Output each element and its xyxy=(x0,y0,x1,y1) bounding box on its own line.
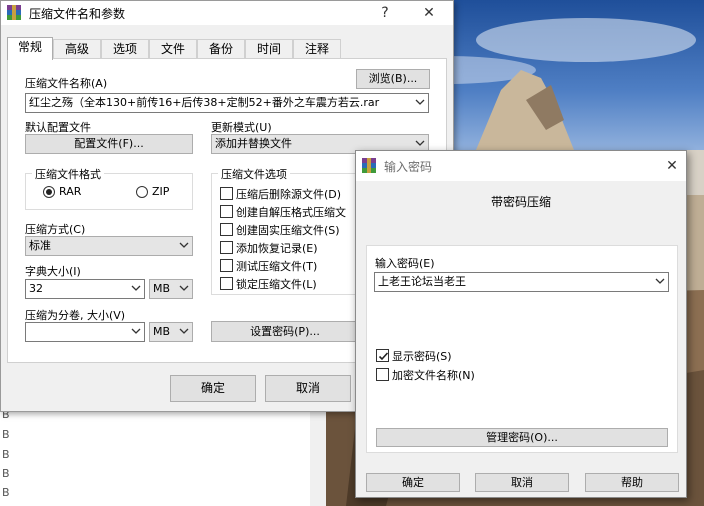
option-label: 锁定压缩文件(L) xyxy=(236,278,317,291)
set-password-button[interactable]: 设置密码(P)... xyxy=(211,321,359,342)
ok-button[interactable]: 确定 xyxy=(170,375,256,402)
show-password-checkbox[interactable] xyxy=(376,349,389,362)
option-delete-after-checkbox[interactable] xyxy=(220,187,233,200)
dictionary-size-select[interactable]: 32 xyxy=(25,279,145,299)
format-zip-radio[interactable] xyxy=(136,186,148,198)
password-title-bar: 输入密码 ✕ xyxy=(356,151,686,181)
password-help-button[interactable]: 帮助 xyxy=(585,473,679,492)
list-item: B xyxy=(2,486,10,499)
password-input[interactable]: 上老王论坛当老王 xyxy=(374,272,669,292)
title-bar: 压缩文件名和参数 ? ✕ xyxy=(1,1,453,25)
cancel-button[interactable]: 取消 xyxy=(265,375,351,402)
default-profile-label: 默认配置文件 xyxy=(25,121,91,134)
dictionary-size-label: 字典大小(I) xyxy=(25,265,81,278)
tab-backup[interactable]: 备份 xyxy=(197,39,245,59)
password-dialog: 输入密码 ✕ 带密码压缩 输入密码(E) 上老王论坛当老王 显示密码(S) 加密… xyxy=(355,150,687,498)
chevron-down-icon xyxy=(131,328,141,334)
chevron-down-icon xyxy=(179,328,189,334)
update-mode-label: 更新模式(U) xyxy=(211,121,272,134)
show-password-label: 显示密码(S) xyxy=(392,350,452,363)
compression-method-value: 标准 xyxy=(29,239,51,252)
encrypt-filenames-checkbox[interactable] xyxy=(376,368,389,381)
archive-name-value: 红尘之殇（全本130+前传16+后传38+定制52+番外之车震方若云.rar xyxy=(29,96,380,109)
tab-options[interactable]: 选项 xyxy=(101,39,149,59)
tab-advanced[interactable]: 高级 xyxy=(53,39,101,59)
split-volumes-input[interactable] xyxy=(25,322,145,342)
compression-method-select[interactable]: 标准 xyxy=(25,236,193,256)
archive-options-title: 压缩文件选项 xyxy=(218,166,290,182)
password-heading: 带密码压缩 xyxy=(490,195,551,209)
scrollbar[interactable] xyxy=(310,400,326,506)
chevron-down-icon xyxy=(655,278,665,284)
split-unit-select[interactable]: MB xyxy=(149,322,193,342)
dialog-title: 压缩文件名和参数 xyxy=(29,7,126,21)
archive-format-group: 压缩文件格式 RAR ZIP xyxy=(25,166,193,210)
background-file-list: B B B B B B xyxy=(0,400,326,506)
archive-format-title: 压缩文件格式 xyxy=(32,166,104,182)
close-icon[interactable]: ✕ xyxy=(662,156,682,176)
browse-button[interactable]: 浏览(B)... xyxy=(356,69,430,89)
option-label: 压缩后删除源文件(D) xyxy=(236,188,342,201)
manage-passwords-button[interactable]: 管理密码(O)... xyxy=(376,428,668,447)
format-rar-label: RAR xyxy=(59,185,82,198)
format-rar-radio[interactable] xyxy=(43,186,55,198)
option-label: 添加恢复记录(E) xyxy=(236,242,318,255)
tab-comment[interactable]: 注释 xyxy=(293,39,341,59)
option-label: 测试压缩文件(T) xyxy=(236,260,318,273)
option-label: 创建固实压缩文件(S) xyxy=(236,224,340,237)
format-zip-label: ZIP xyxy=(152,185,170,198)
option-solid-checkbox[interactable] xyxy=(220,223,233,236)
split-volumes-label: 压缩为分卷, 大小(V) xyxy=(25,309,126,322)
archive-name-label: 压缩文件名称(A) xyxy=(25,77,108,90)
password-cancel-button[interactable]: 取消 xyxy=(475,473,569,492)
dictionary-unit-select[interactable]: MB xyxy=(149,279,193,299)
dictionary-unit-value: MB xyxy=(153,282,171,295)
tab-general[interactable]: 常规 xyxy=(7,37,53,60)
enter-password-label: 输入密码(E) xyxy=(375,257,435,270)
chevron-down-icon xyxy=(415,99,425,105)
profiles-button[interactable]: 配置文件(F)... xyxy=(25,134,193,154)
option-lock-checkbox[interactable] xyxy=(220,277,233,290)
update-mode-value: 添加并替换文件 xyxy=(215,137,292,150)
chevron-down-icon xyxy=(179,242,189,248)
encrypt-filenames-label: 加密文件名称(N) xyxy=(392,369,475,382)
dictionary-size-value: 32 xyxy=(29,282,43,295)
password-dialog-title: 输入密码 xyxy=(384,160,433,174)
chevron-down-icon xyxy=(415,140,425,146)
option-recovery-record-checkbox[interactable] xyxy=(220,241,233,254)
option-label: 创建自解压格式压缩文 xyxy=(236,206,346,219)
checkmark-icon xyxy=(378,352,389,361)
help-icon[interactable]: ? xyxy=(375,3,395,23)
option-sfx-checkbox[interactable] xyxy=(220,205,233,218)
password-panel: 输入密码(E) 上老王论坛当老王 显示密码(S) 加密文件名称(N) 管理密码(… xyxy=(366,245,678,453)
winrar-icon xyxy=(362,158,376,173)
close-icon[interactable]: ✕ xyxy=(419,3,439,23)
compression-method-label: 压缩方式(C) xyxy=(25,223,86,236)
archive-name-field[interactable]: 红尘之殇（全本130+前传16+后传38+定制52+番外之车震方若云.rar xyxy=(25,93,429,113)
password-ok-button[interactable]: 确定 xyxy=(366,473,460,492)
tab-files[interactable]: 文件 xyxy=(149,39,197,59)
option-test-checkbox[interactable] xyxy=(220,259,233,272)
chevron-down-icon xyxy=(131,285,141,291)
chevron-down-icon xyxy=(179,285,189,291)
list-item: B xyxy=(2,428,10,441)
list-item: B xyxy=(2,467,10,480)
winrar-icon xyxy=(7,5,21,20)
password-value: 上老王论坛当老王 xyxy=(378,275,466,288)
list-item: B xyxy=(2,448,10,461)
split-unit-value: MB xyxy=(153,325,171,338)
tab-time[interactable]: 时间 xyxy=(245,39,293,59)
